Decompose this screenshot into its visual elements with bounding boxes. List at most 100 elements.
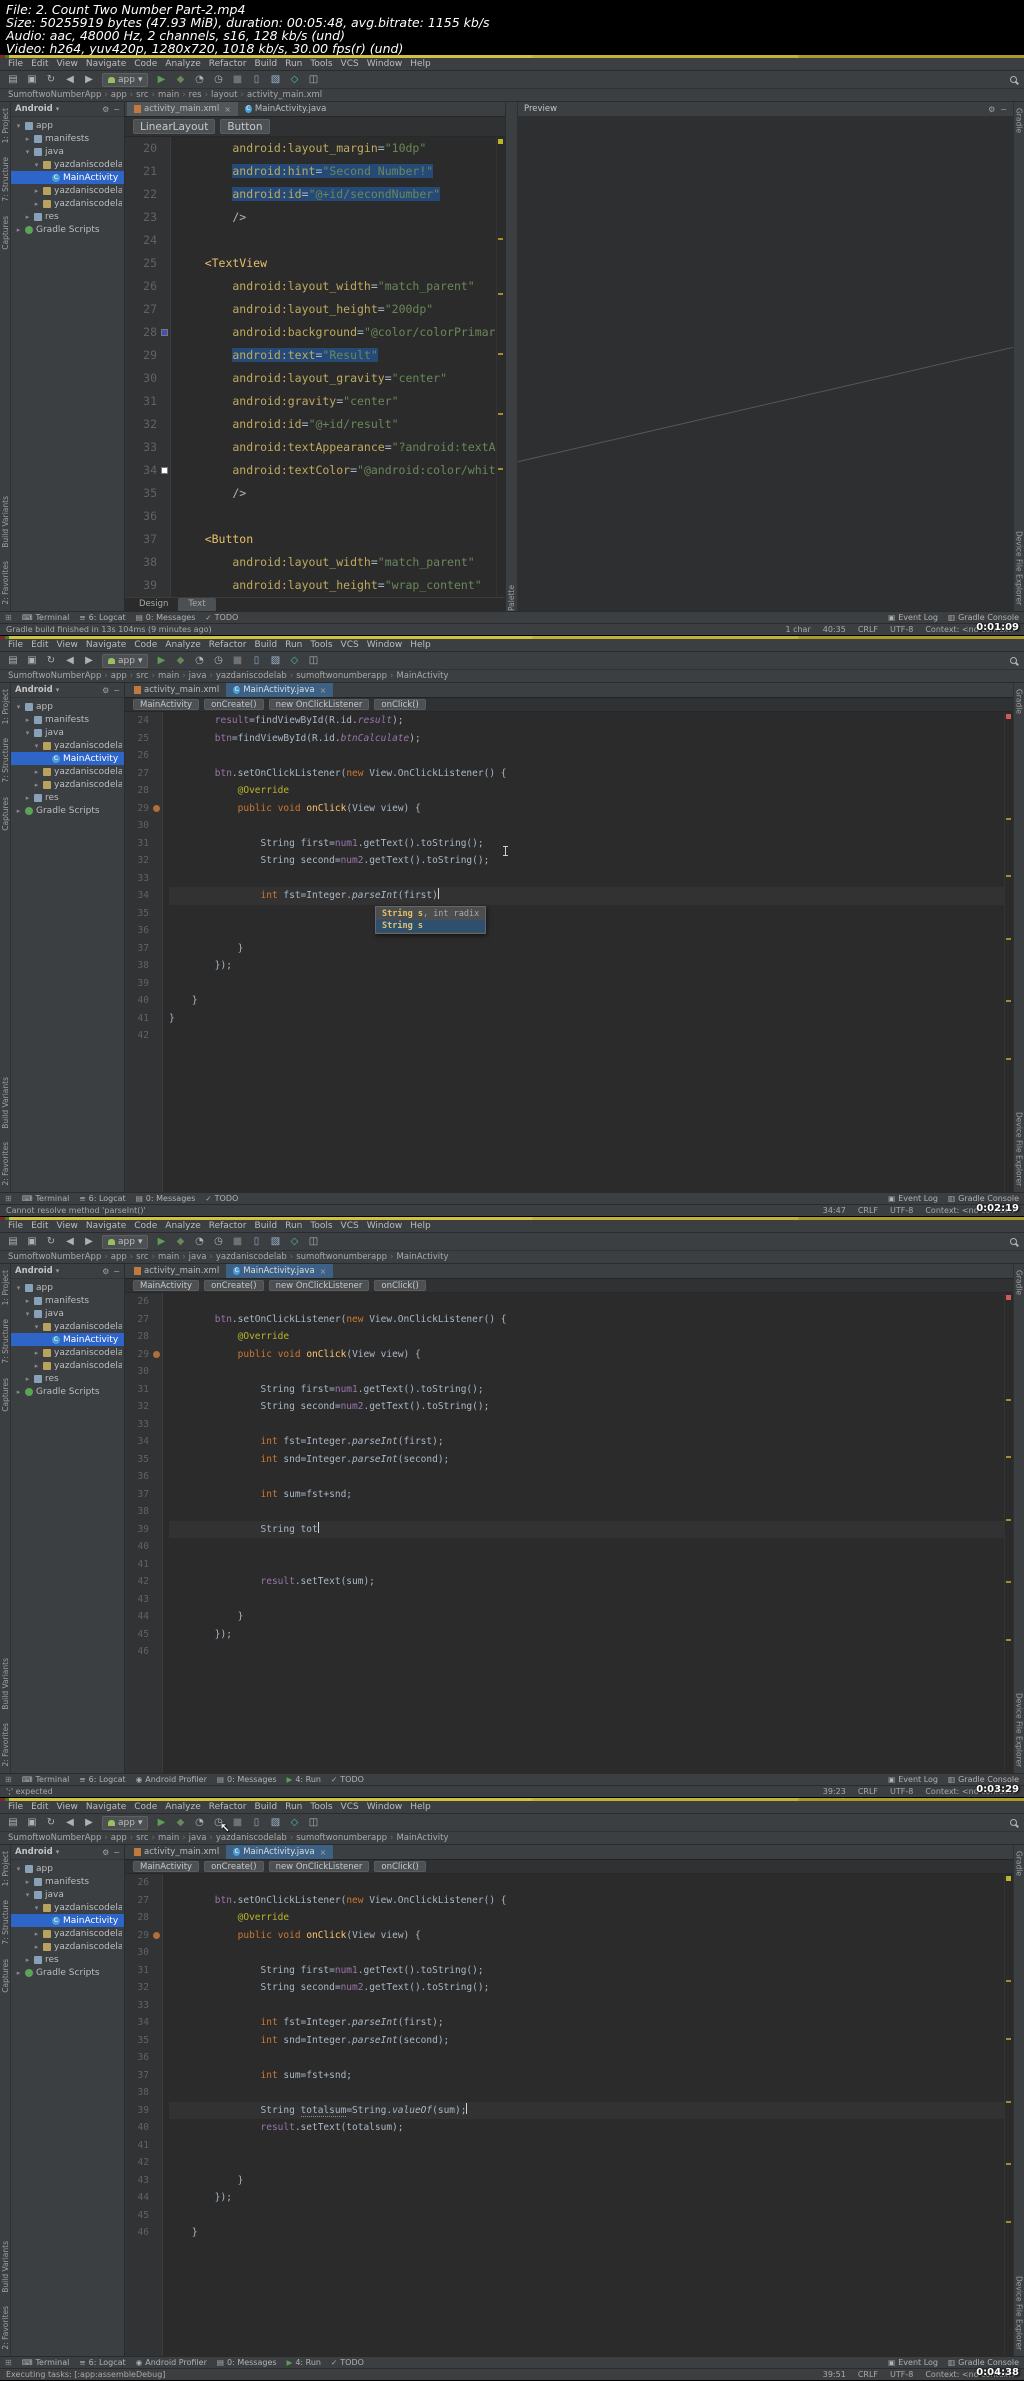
breadcrumb-item-sumoftwonumberapp[interactable]: sumoftwonumberapp [296,671,387,681]
toolwindow-button-event-log[interactable]: ▣ Event Log [888,1775,938,1784]
toolwindow-button-terminal[interactable]: ⌨ Terminal [22,2358,70,2367]
menu-run[interactable]: Run [281,1802,306,1812]
collapse-arrow-icon[interactable]: ▾ [33,1904,40,1912]
hide-panel-icon[interactable]: − [113,1267,120,1276]
editor-pane[interactable]: activity_main.xml C MainActivity.java × Main… [125,1845,1013,2356]
breadcrumb-item-layout[interactable]: layout [211,90,238,100]
tool-window-button-7-structure[interactable]: 7: Structure [1,157,10,202]
tree-item-res[interactable]: ▸ res [11,1372,124,1385]
tree-item-java[interactable]: ▾ java [11,145,124,158]
scrollbar-error-stripe[interactable] [1004,712,1013,1192]
stop-icon[interactable]: ■ [231,655,243,667]
menu-tools[interactable]: Tools [306,640,336,650]
tool-window-button-gradle[interactable]: Gradle [1015,1851,1024,1876]
menu-tools[interactable]: Tools [306,59,336,69]
menu-analyze[interactable]: Analyze [161,640,204,650]
tree-item-yazdaniscodelab-sumoftwon[interactable]: ▸ yazdaniscodelab.sumoftwon [11,1359,124,1372]
avd-manager-icon[interactable]: ▯ [250,1236,262,1248]
toolwindow-toggle-icon[interactable]: ⊞ [5,2358,12,2367]
search-icon[interactable] [1010,1238,1017,1245]
tool-window-button-device-file-explorer[interactable]: Device File Explorer [1015,2276,1024,2350]
editor-pane[interactable]: activity_main.xml C MainActivity.java × Main… [125,1264,1013,1773]
tool-window-button-2-favorites[interactable]: 2: Favorites [1,1723,10,1767]
close-icon[interactable]: × [320,686,327,695]
tool-window-button-device-file-explorer[interactable]: Device File Explorer [1015,1112,1024,1186]
tree-item-yazdaniscodelab-sumoftwon[interactable]: ▸ yazdaniscodelab.sumoftwon [11,184,124,197]
collapse-arrow-icon[interactable]: ▾ [24,1891,31,1899]
tab-text[interactable]: Text [178,598,216,611]
tree-item-gradle-scripts[interactable]: ▸ Gradle Scripts [11,804,124,817]
tree-item-app[interactable]: ▾ app [11,1862,124,1875]
breadcrumb-item-main[interactable]: main [158,1252,179,1262]
scrollbar-error-stripe[interactable] [1004,1293,1013,1773]
tree-item-gradle-scripts[interactable]: ▸ Gradle Scripts [11,1385,124,1398]
stop-icon[interactable]: ■ [231,1236,243,1248]
gear-icon[interactable]: ⚙ [988,105,995,114]
tree-item-app[interactable]: ▾ app [11,119,124,132]
scrollbar-error-stripe[interactable] [496,137,505,597]
expand-arrow-icon[interactable]: ▸ [24,794,31,802]
tool-window-button-palette[interactable]: Palette [507,110,516,611]
expand-arrow-icon[interactable]: ▸ [24,213,31,221]
sdk-manager-icon[interactable]: ▧ [269,655,281,667]
menu-edit[interactable]: Edit [27,59,52,69]
breadcrumb-item-app[interactable]: app [111,1833,127,1843]
collapse-arrow-icon[interactable]: ▾ [15,703,22,711]
breadcrumb-item-java[interactable]: java [189,671,207,681]
toolwindow-button-android-profiler[interactable]: ◉ Android Profiler [136,2358,207,2367]
menu-edit[interactable]: Edit [27,640,52,650]
toolwindow-toggle-icon[interactable]: ⊞ [5,1775,12,1784]
breadcrumb-item-src[interactable]: src [136,90,148,100]
tree-item-mainactivity[interactable]: C MainActivity [11,1914,124,1927]
editor-gutter[interactable]: 20 21 22 23 24 25 26 27 28 29 30 31 32 33 34 35 36 37 38 39 [125,137,171,597]
tool-window-button-captures[interactable]: Captures [1,216,10,250]
menu-code[interactable]: Code [130,59,161,69]
tab-mainactivity-java[interactable]: C MainActivity.java × [226,1845,334,1859]
menu-file[interactable]: File [4,59,27,69]
expand-arrow-icon[interactable]: ▸ [24,1297,31,1305]
collapse-arrow-icon[interactable]: ▾ [33,161,40,169]
menu-window[interactable]: Window [363,1221,407,1231]
toolwindow-button-gradle-console[interactable]: ▥ Gradle Console [948,1194,1019,1203]
editor-pane[interactable]: activity_main.xml × C MainActivity.java Line… [125,102,505,611]
menu-code[interactable]: Code [130,1221,161,1231]
breadcrumb-item-mainactivity[interactable]: MainActivity [396,1833,448,1843]
breadcrumb-item-src[interactable]: src [136,1833,148,1843]
forward-icon[interactable]: ▶ [83,1236,95,1248]
expand-arrow-icon[interactable]: ▸ [33,1930,40,1938]
tree-item-res[interactable]: ▸ res [11,1953,124,1966]
debug-icon[interactable]: ◆ [174,1236,186,1248]
gradle-sync-icon[interactable]: ◇ [288,1236,300,1248]
toolwindow-button-event-log[interactable]: ▣ Event Log [888,1194,938,1203]
menu-build[interactable]: Build [251,640,282,650]
tool-window-button-gradle[interactable]: Gradle [1015,108,1024,133]
tool-window-button-device-file-explorer[interactable]: Device File Explorer [1015,531,1024,605]
coverage-icon[interactable]: ◔ [193,655,205,667]
menu-refactor[interactable]: Refactor [205,59,251,69]
tree-item-res[interactable]: ▸ res [11,210,124,223]
settings-gear-icon[interactable]: ⚙ [102,1848,109,1857]
toolwindow-button-0-messages[interactable]: ▤ 0: Messages [217,1775,277,1784]
toolwindow-button-4-run[interactable]: ▶ 4: Run [287,1775,321,1784]
tab-activity-main-xml[interactable]: activity_main.xml [127,1845,226,1859]
project-structure-icon[interactable]: ◫ [307,655,319,667]
settings-gear-icon[interactable]: ⚙ [102,1267,109,1276]
menu-file[interactable]: File [4,640,27,650]
expand-arrow-icon[interactable]: ▸ [15,226,22,234]
breadcrumb-item-sumoftwonumberapp[interactable]: sumoftwonumberapp [296,1252,387,1262]
toolwindow-button-terminal[interactable]: ⌨ Terminal [22,613,70,622]
tree-item-app[interactable]: ▾ app [11,700,124,713]
code-editor[interactable]: 24 25 26 27 28 29 30 31 32 33 34 35 36 37 38 39 40 41 42 re… [125,712,1013,1192]
run-icon[interactable]: ▶ [155,655,167,667]
run-icon[interactable]: ▶ [155,1236,167,1248]
tool-window-button-2-favorites[interactable]: 2: Favorites [1,1142,10,1186]
menu-file[interactable]: File [4,1802,27,1812]
save-all-icon[interactable]: ▣ [26,1817,38,1829]
status-segment[interactable]: 40:35 [823,625,846,634]
profiler-icon[interactable]: ◷ [212,1236,224,1248]
breadcrumb-item-main[interactable]: main [158,1833,179,1843]
stop-icon[interactable]: ■ [231,1817,243,1829]
back-icon[interactable]: ◀ [64,655,76,667]
debug-icon[interactable]: ◆ [174,655,186,667]
menu-edit[interactable]: Edit [27,1221,52,1231]
